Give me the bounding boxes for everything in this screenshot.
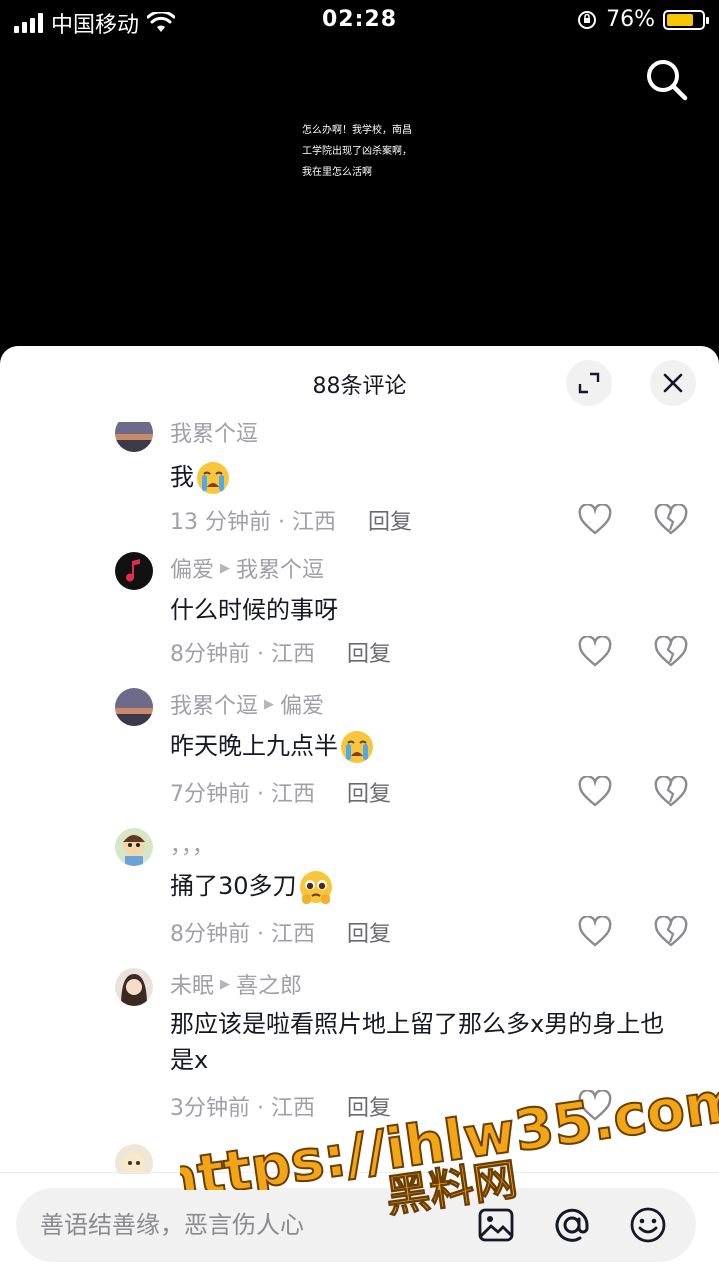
username-text: ，，，	[170, 834, 215, 859]
reply-to-username: 喜之郎	[236, 974, 303, 999]
comment-time: 13 分钟前 · 江西	[170, 510, 336, 535]
sheet-header: 88条评论	[0, 346, 719, 422]
heart-icon[interactable]	[578, 504, 612, 536]
reply-to-username: 我累个逗	[236, 558, 325, 583]
avatar[interactable]	[115, 968, 153, 1006]
heart-icon[interactable]	[578, 636, 612, 668]
at-mention-icon	[555, 1208, 589, 1242]
comment-text: 那应该是啦看照片地上留了那么多x男的身上也是x	[170, 1006, 682, 1078]
battery-percent: 76%	[606, 7, 655, 32]
broken-heart-icon[interactable]	[654, 776, 688, 808]
username-text: 我累个逗	[170, 422, 259, 447]
search-icon	[647, 60, 688, 101]
comment-text: 捅了30多刀	[170, 868, 690, 906]
comment-text-content: 昨天晚上九点半	[170, 732, 338, 760]
comment-time: 8分钟前 · 江西	[170, 922, 315, 947]
username-text: 我累个逗	[170, 694, 259, 719]
comment-meta: 13 分钟前 · 江西 回复	[170, 504, 412, 536]
status-right: 76%	[576, 7, 709, 32]
comment-username[interactable]: 偏爱 ▶ 我累个逗	[170, 552, 324, 584]
reply-arrow-icon: ▶	[264, 696, 275, 712]
comment-meta: 7分钟前 · 江西 回复	[170, 776, 391, 808]
broken-heart-icon[interactable]	[654, 636, 688, 668]
expand-icon	[578, 372, 600, 394]
emoji-button[interactable]	[628, 1205, 668, 1245]
comment-text: 什么时候的事呀	[170, 592, 690, 628]
avatar[interactable]	[115, 552, 153, 590]
comment-item: ，，， 捅了30多刀 8分钟前 · 江西 回复	[0, 828, 719, 968]
status-bar: 中国移动 02:28 76%	[0, 0, 719, 40]
comment-username[interactable]: 我累个逗 ▶ 偏爱	[170, 688, 324, 720]
comment-text-content: 捅了30多刀	[170, 872, 297, 900]
comment-time: 7分钟前 · 江西	[170, 782, 315, 807]
comment-item: 我累个逗 我 13 分钟前 · 江西 回复	[0, 422, 719, 546]
reply-button[interactable]: 回复	[368, 504, 412, 536]
comment-input-bar	[16, 1188, 696, 1262]
reply-arrow-icon: ▶	[220, 976, 231, 992]
comment-meta: 8分钟前 · 江西 回复	[170, 636, 391, 668]
comment-username[interactable]: 未眠 ▶ 喜之郎	[170, 968, 302, 1000]
broken-heart-icon[interactable]	[654, 504, 688, 536]
mention-button[interactable]	[552, 1205, 592, 1245]
comment-meta: 8分钟前 · 江西 回复	[170, 916, 391, 948]
heart-icon[interactable]	[578, 916, 612, 948]
reply-arrow-icon: ▶	[220, 560, 231, 576]
smiley-icon	[630, 1207, 666, 1243]
avatar[interactable]	[115, 828, 153, 866]
avatar[interactable]	[115, 688, 153, 726]
reply-button[interactable]: 回复	[347, 776, 391, 808]
reply-to-username: 偏爱	[280, 694, 325, 719]
comment-text: 我	[170, 459, 690, 497]
username-text: 偏爱	[170, 558, 215, 583]
search-button[interactable]	[645, 58, 689, 102]
video-caption: 怎么办啊！我学校，南昌工学院出现了凶杀案啊，我在里怎么活啊	[302, 125, 412, 178]
comment-text-content: 我	[170, 463, 194, 491]
comment-item: 偏爱 ▶ 我累个逗 什么时候的事呀 8分钟前 · 江西 回复	[0, 552, 719, 688]
comment-text-content: 那应该是啦看照片地上留了那么多x男的身上也是x	[170, 1010, 665, 1074]
reply-button[interactable]: 回复	[347, 636, 391, 668]
comment-time: 8分钟前 · 江西	[170, 642, 315, 667]
avatar[interactable]	[115, 422, 153, 452]
pleading-face-icon	[299, 871, 332, 904]
broken-heart-icon[interactable]	[654, 916, 688, 948]
battery-icon	[663, 9, 709, 30]
close-icon	[663, 373, 683, 393]
username-text: 未眠	[170, 974, 215, 999]
comment-text-content: 什么时候的事呀	[170, 596, 338, 624]
comment-username[interactable]: ，，，	[170, 828, 214, 860]
comment-username[interactable]: 我累个逗	[170, 422, 258, 448]
reply-button[interactable]: 回复	[347, 916, 391, 948]
expand-button[interactable]	[566, 360, 612, 406]
comment-list[interactable]: 我累个逗 我 13 分钟前 · 江西 回复 偏爱 ▶ 我累个逗 什么时候的事呀 8分…	[0, 422, 719, 1174]
avatar[interactable]	[115, 1144, 153, 1174]
crying-face-icon	[197, 462, 229, 494]
crying-face-icon	[341, 731, 373, 763]
orientation-lock-icon	[578, 10, 597, 29]
heart-icon[interactable]	[578, 776, 612, 808]
battery-fill	[667, 13, 693, 26]
close-button[interactable]	[650, 360, 696, 406]
comment-text: 昨天晚上九点半	[170, 728, 690, 766]
comment-item: 我累个逗 ▶ 偏爱 昨天晚上九点半 7分钟前 · 江西 回复	[0, 688, 719, 828]
